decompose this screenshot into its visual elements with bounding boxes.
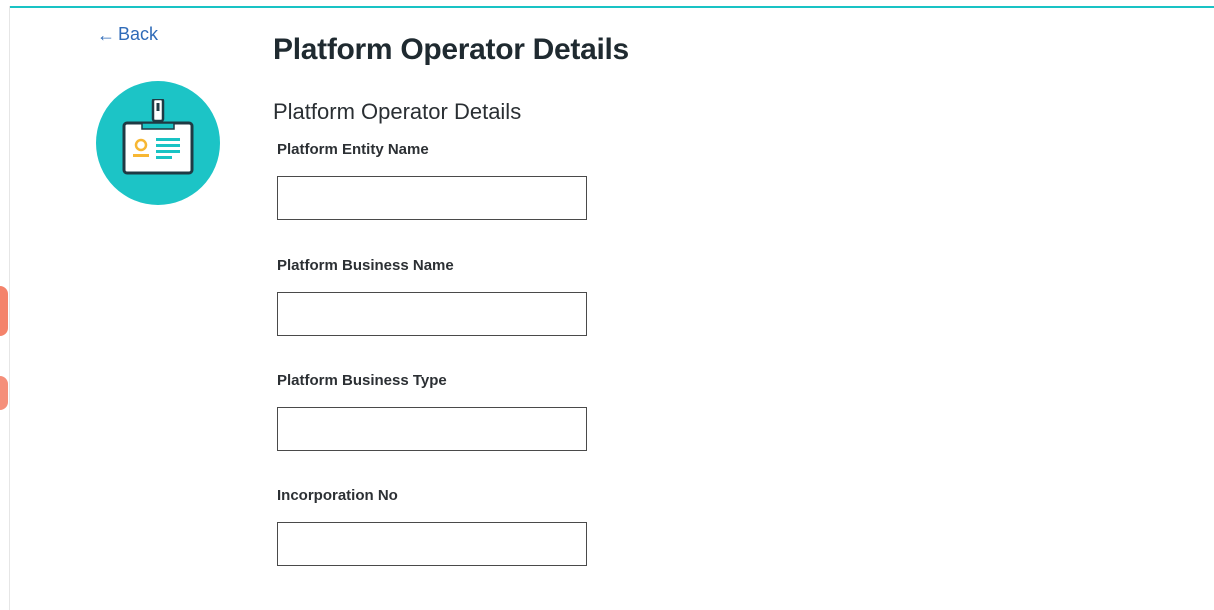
back-label: Back [118,24,159,44]
section-title: Platform Operator Details [273,99,522,124]
platform-business-type-label: Platform Business Type [277,372,447,389]
left-divider [9,6,10,610]
arrow-left-icon: ← [97,24,115,45]
back-link[interactable]: ← Back [97,24,158,45]
platform-entity-name-input[interactable] [277,176,587,220]
platform-entity-name-label: Platform Entity Name [277,141,429,158]
platform-business-name-input[interactable] [277,292,587,336]
platform-entity-name-field: Platform Entity Name [277,141,597,220]
id-card-badge-icon [96,81,220,205]
page-title: Platform Operator Details [273,33,629,66]
platform-business-name-label: Platform Business Name [277,257,454,274]
incorporation-no-field: Incorporation No [277,487,597,566]
incorporation-no-label: Incorporation No [277,487,398,504]
incorporation-no-input[interactable] [277,522,587,566]
platform-business-name-field: Platform Business Name [277,257,597,336]
edge-decoration [0,286,8,336]
platform-business-type-field: Platform Business Type [277,372,597,451]
edge-decoration [0,376,8,410]
top-accent-line [10,6,1214,8]
platform-business-type-input[interactable] [277,407,587,451]
page: ← Back Platform Operator Details Platfor… [0,0,1214,610]
